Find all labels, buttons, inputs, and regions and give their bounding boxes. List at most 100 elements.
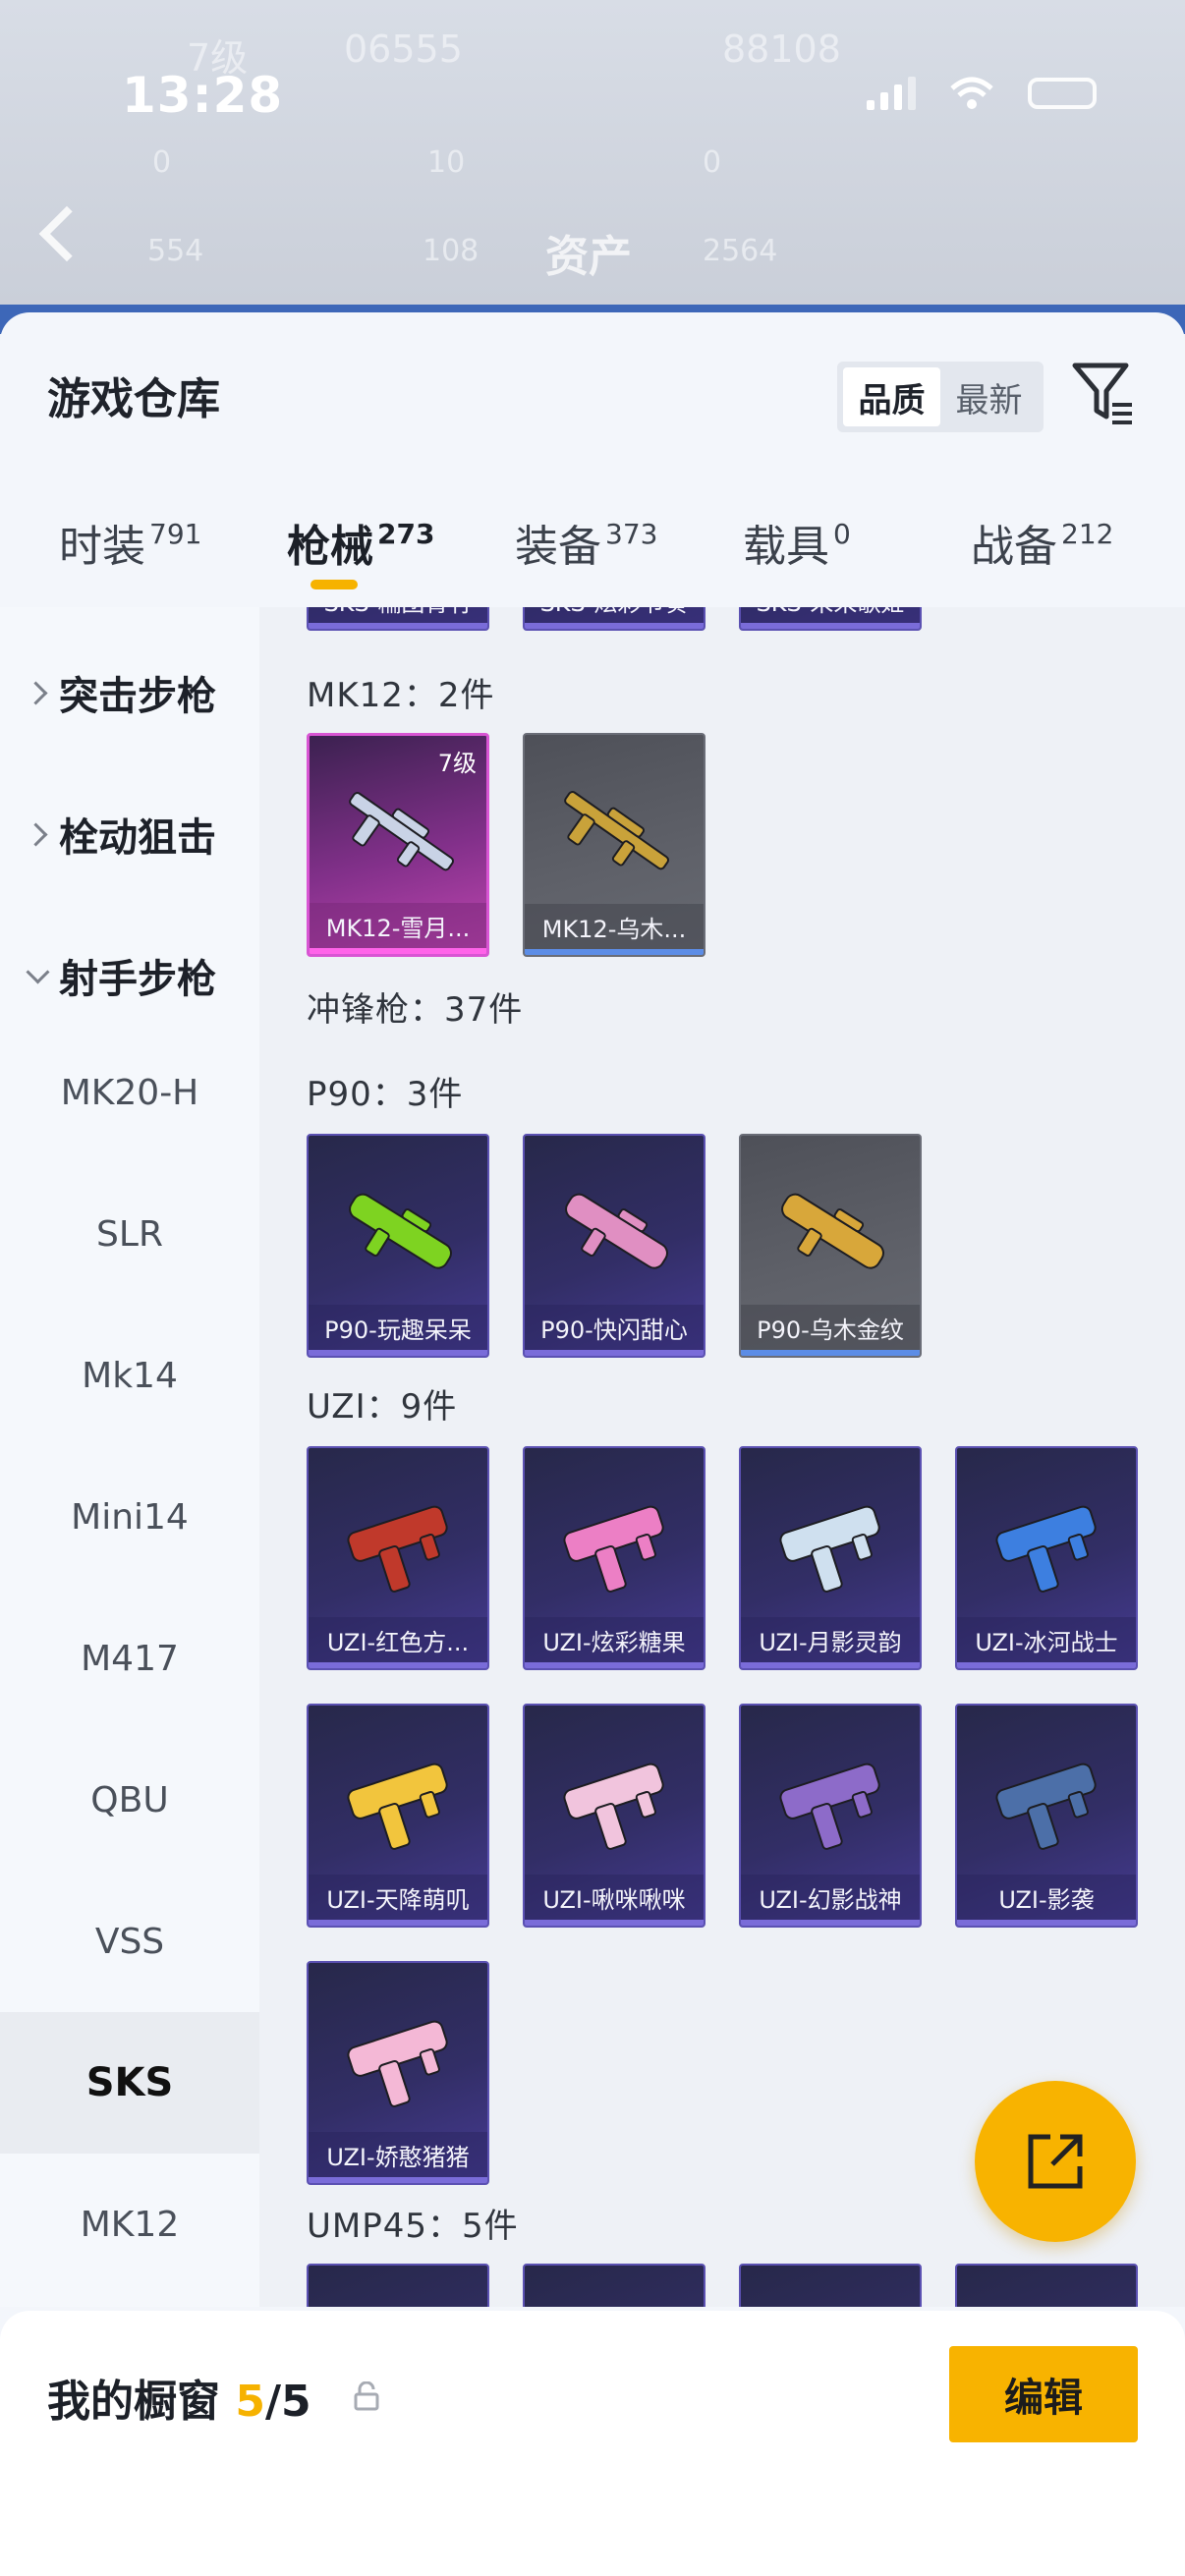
sidebar-item-qbu[interactable]: QBU <box>0 1729 259 1871</box>
sidebar-item-vss[interactable]: VSS <box>0 1871 259 2012</box>
weapon-card[interactable]: UZI-炫彩糖果 <box>523 1446 705 1670</box>
weapon-name: UZI-啾咪啾咪 <box>525 1875 704 1920</box>
weapon-card[interactable]: UZI-月影灵韵 <box>739 1446 922 1670</box>
uzi-icon <box>563 1505 664 1593</box>
showcase-current: 5 <box>235 2377 265 2427</box>
weapon-name: UZI-炫彩糖果 <box>525 1617 704 1662</box>
sidebar-category-assault-rifle[interactable]: 突击步枪 <box>0 664 259 721</box>
weapon-card[interactable]: UZI-啾咪啾咪 <box>523 1704 705 1928</box>
tab-label: 载具 <box>743 522 829 572</box>
weapon-card[interactable]: P90-玩趣呆呆 <box>307 1134 489 1358</box>
chevron-down-icon <box>24 962 51 989</box>
rarity-bar <box>741 1662 920 1668</box>
sidebar-item-m417[interactable]: M417 <box>0 1588 259 1729</box>
weapon-card[interactable]: P90-快闪甜心 <box>523 1134 705 1358</box>
tab-count: 212 <box>1061 518 1114 550</box>
sort-quality-button[interactable]: 品质 <box>843 367 940 426</box>
rifle-icon <box>564 791 669 870</box>
status-time: 13:28 <box>122 67 284 124</box>
backdrop-stat-6: 2564 <box>703 234 778 268</box>
tab-count: 373 <box>605 518 658 550</box>
section-label-uzi: UZI：9件 <box>307 1387 458 1427</box>
signal-icon <box>867 77 916 110</box>
weapon-card[interactable] <box>307 2264 489 2307</box>
tab-supplies[interactable]: 战备 212 <box>971 511 1113 574</box>
weapon-name: MK12-雪月... <box>310 903 486 948</box>
weapon-card[interactable] <box>523 2264 705 2307</box>
rarity-bar <box>741 1350 920 1356</box>
tab-firearms[interactable]: 枪械 273 <box>287 511 434 574</box>
tab-label: 战备 <box>971 522 1057 572</box>
tab-equipment[interactable]: 装备 373 <box>515 511 657 574</box>
sidebar-item-mk14[interactable]: Mk14 <box>0 1305 259 1446</box>
category-tabs: 时装 791 枪械 273 装备 373 载具 0 战备 212 <box>0 499 1185 597</box>
showcase-title: 我的橱窗 <box>47 2377 220 2427</box>
weapon-card[interactable]: UZI-娇憨猪猪 <box>307 1961 489 2185</box>
uzi-icon <box>347 2020 448 2107</box>
status-icons <box>867 77 1097 110</box>
tab-label: 时装 <box>59 522 145 572</box>
chevron-right-icon <box>24 820 51 848</box>
weapon-card[interactable] <box>739 2264 922 2307</box>
weapon-card[interactable] <box>955 2264 1138 2307</box>
backdrop-stat-4: 554 <box>147 234 204 268</box>
weapon-card[interactable]: UZI-幻影战神 <box>739 1704 922 1928</box>
rarity-bar <box>741 1920 920 1926</box>
category-label: 射手步枪 <box>59 957 216 1002</box>
weapon-card[interactable]: SKS-炫彩节奏 <box>523 607 705 631</box>
uzi-icon <box>779 1763 880 1850</box>
weapon-type-sidebar: 突击步枪 栓动狙击 射手步枪 MK20-H SLR Mk14 Mini14 M4… <box>0 607 259 2307</box>
weapon-card[interactable]: 7级 MK12-雪月... <box>307 733 489 957</box>
weapon-name: MK12-乌木... <box>525 904 704 949</box>
uzi-icon <box>779 1505 880 1593</box>
tab-fashion[interactable]: 时装 791 <box>59 511 201 574</box>
filter-icon[interactable] <box>1071 360 1136 428</box>
rarity-bar <box>309 1662 487 1668</box>
tab-count: 0 <box>833 518 851 550</box>
smg-icon <box>781 1193 884 1269</box>
backdrop-score: 88108 <box>722 28 841 71</box>
backdrop-stat-2: 10 <box>427 145 466 180</box>
weapon-name: UZI-冰河战士 <box>957 1617 1136 1662</box>
back-arrow-icon[interactable] <box>38 205 95 262</box>
showcase-label: 我的橱窗 5/5 <box>47 2366 311 2429</box>
tab-count: 273 <box>377 518 435 550</box>
weapon-card[interactable]: UZI-冰河战士 <box>955 1446 1138 1670</box>
uzi-icon <box>995 1505 1097 1593</box>
sidebar-item-mk12[interactable]: MK12 <box>0 2154 259 2295</box>
weapon-card[interactable]: P90-乌木金纹 <box>739 1134 922 1358</box>
section-label-ump45: UMP45：5件 <box>307 2207 519 2246</box>
sort-newest-button[interactable]: 最新 <box>940 367 1038 426</box>
rarity-bar <box>525 1920 704 1926</box>
sidebar-category-marksman-rifle[interactable]: 射手步枪 <box>0 947 259 1004</box>
weapon-card[interactable]: UZI-红色方... <box>307 1446 489 1670</box>
tab-count: 791 <box>149 518 202 550</box>
edit-button[interactable]: 编辑 <box>949 2346 1138 2442</box>
rarity-bar <box>525 1350 704 1356</box>
blurred-header-backdrop: 7级 06555 88108 0 10 0 554 108 2564 13:28… <box>0 0 1185 324</box>
share-icon <box>1028 2134 1083 2189</box>
panel-title: 游戏仓库 <box>47 374 220 424</box>
share-fab-button[interactable] <box>975 2081 1136 2242</box>
showcase-bottom-bar: 我的橱窗 5/5 编辑 <box>0 2311 1185 2576</box>
weapon-card[interactable]: UZI-天降萌叽 <box>307 1704 489 1928</box>
sidebar-item-slr[interactable]: SLR <box>0 1163 259 1305</box>
sidebar-item-mini14[interactable]: Mini14 <box>0 1446 259 1588</box>
rarity-bar <box>525 1662 704 1668</box>
weapon-card[interactable]: SKS-未来歌姬 <box>739 607 922 631</box>
sidebar-item-mk20h[interactable]: MK20-H <box>0 1022 259 1163</box>
uzi-icon <box>347 1505 448 1593</box>
sidebar-category-bolt-sniper[interactable]: 栓动狙击 <box>0 806 259 863</box>
sidebar-item-sks[interactable]: SKS <box>0 2012 259 2154</box>
weapon-card[interactable]: UZI-影袭 <box>955 1704 1138 1928</box>
rarity-bar <box>957 1920 1136 1926</box>
category-label: 栓动狙击 <box>59 815 216 861</box>
weapon-name: UZI-红色方... <box>309 1617 487 1662</box>
weapon-name: P90-快闪甜心 <box>525 1305 704 1350</box>
weapon-card[interactable]: MK12-乌木... <box>523 733 705 957</box>
weapon-card[interactable]: SKS-糯团青竹 <box>307 607 489 631</box>
rarity-bar <box>309 1920 487 1926</box>
section-label-mk12: MK12：2件 <box>307 676 495 715</box>
weapon-name: SKS-未来歌姬 <box>741 607 920 623</box>
tab-vehicles[interactable]: 载具 0 <box>743 511 851 574</box>
